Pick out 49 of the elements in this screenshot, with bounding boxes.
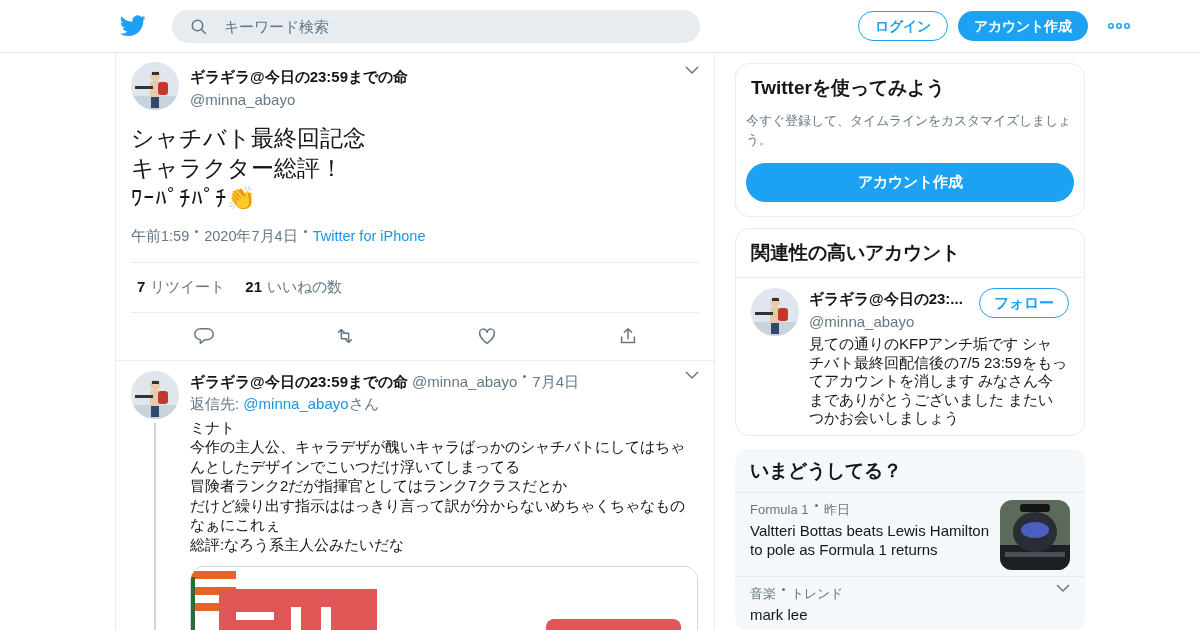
trend-time: 昨日 (823, 501, 850, 519)
card-title: いまどうしてる？ (735, 448, 1085, 493)
card-text: 今すぐ登録して、タイムラインをカスタマイズしましょう。 (746, 111, 1072, 149)
author-handle: @minna_abayo (412, 371, 518, 392)
chevron-down-icon[interactable] (685, 370, 699, 380)
chevron-down-icon[interactable] (685, 66, 699, 75)
account-name[interactable]: ギラギラ@今日の23:... (809, 288, 963, 311)
tweet-date: 2020年7月4日 (204, 227, 298, 246)
author-name[interactable]: ギラギラ@今日の23:59までの命 (190, 66, 408, 89)
signup-button[interactable]: アカウント作成 (958, 11, 1088, 41)
trend-meta: Formula 1 (750, 501, 809, 519)
more-icon[interactable] (1108, 23, 1130, 29)
tweet-text: だけど繰り出す指示ははっきり言って訳が分からないめちゃくちゃなものなぁにこれぇ (190, 495, 686, 535)
tweet-text: 総評:なろう系主人公みたいだな (190, 534, 406, 555)
reply-to-text: 返信先: @minna_abayoさん (190, 394, 379, 415)
tweet-date: 7月4日 (532, 371, 579, 392)
separator-dot-icon (195, 230, 199, 233)
account-bio: 見ての通りのKFPアンチ垢です シャチバト最終回配信後の7/5 23:59をもってアカウントを消します みなさん今までありがとうございました またいつかお会いしましょう (809, 335, 1068, 428)
stat-count: 7 (137, 277, 146, 297)
separator-dot-icon (303, 230, 307, 233)
separator-dot-icon (523, 374, 527, 378)
account-handle: @minna_abayo (809, 311, 916, 332)
card-title: Twitterを使ってみよう (750, 76, 946, 100)
trend-time: トレンド (791, 585, 843, 603)
stat-label: リツイート (150, 277, 226, 297)
search-icon (190, 17, 208, 36)
tweet-time: 午前1:59 (131, 227, 190, 246)
trend-headline[interactable]: mark lee (750, 604, 1048, 624)
trend-headline[interactable]: Valtteri Bottas beats Lewis Hamilton to pole as Formula 1 returns (750, 520, 992, 559)
stat-label: いいねの数 (267, 277, 343, 297)
separator-dot-icon (814, 504, 818, 507)
tweet-text: キャラクター総評！ (131, 154, 343, 183)
tweet-text: ﾜｰﾊﾟﾁﾊﾟﾁ👏 (131, 184, 256, 213)
tweet-text: 今作の主人公、キャラデザが醜いキャラばっかのシャチバトにしてはちゃんとしたデザインでこいつだけ浮いてしまってる (190, 437, 686, 477)
bird-logo-icon[interactable] (120, 15, 146, 37)
trend-meta: 音楽 (750, 585, 776, 603)
tweet-text: ミナト (190, 417, 236, 438)
tweet-text: 冒険者ランク2だが指揮官としてはランク7クラスだとか (190, 476, 568, 496)
tweet-text: シャチバト最終回記念 (131, 124, 366, 153)
signup-button[interactable]: アカウント作成 (746, 162, 1074, 202)
mention-link[interactable]: @minna_abayo (243, 395, 349, 413)
search-field[interactable]: キーワード検索 (172, 9, 700, 43)
author-handle: @minna_abayo (190, 89, 297, 110)
stat-count: 21 (245, 277, 263, 297)
author-name[interactable]: ギラギラ@今日の23:59までの命 (190, 370, 408, 394)
card-title: 関連性の高いアカウント (736, 228, 1084, 278)
separator-dot-icon (782, 588, 785, 591)
source-link[interactable]: Twitter for iPhone (312, 226, 426, 248)
chevron-down-icon[interactable] (1056, 584, 1070, 593)
